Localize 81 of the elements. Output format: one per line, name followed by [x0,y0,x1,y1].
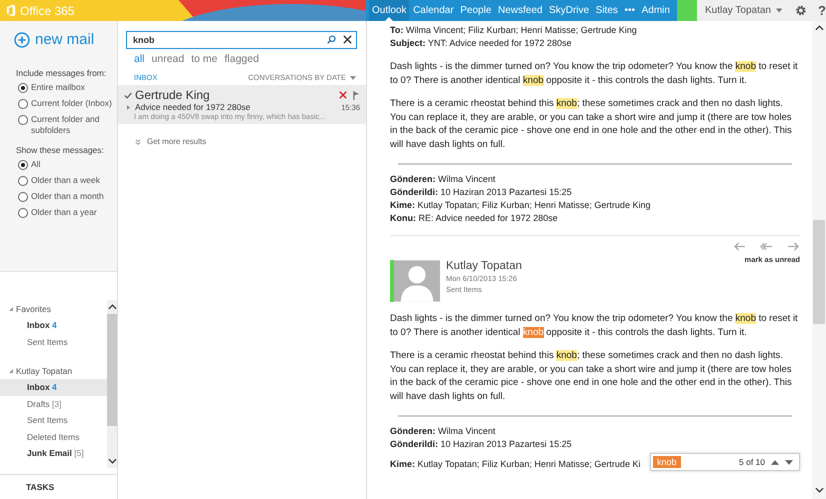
previous-match-icon[interactable] [771,460,779,464]
new-mail-button[interactable]: new mail [14,31,94,48]
flag-icon[interactable] [353,90,360,100]
message-subject: Advice needed for 1972 280se [135,102,250,112]
radio-option[interactable]: Entire mailbox [18,82,116,93]
scroll-up-icon[interactable] [108,304,116,310]
nav-link[interactable]: Calendar [410,0,457,21]
scroll-down-icon[interactable] [814,487,824,493]
filter-tab[interactable]: unread [152,53,184,65]
quoted-header-line: Kime: Kutlay Topatan; Filiz Kurban; Henri Matisse; Gertrude Ki [390,458,640,471]
avatar-silhouette [390,260,440,302]
message-paragraph: There is a ceramic rheostat behind this knob; these sometimes crack and then no dash lights. You can replace it, they are arable, or you can take a short wire and jump it (there are tow holes in the back of the ceramic pice - shove one end in one hole and the other end in the other). This will have dash lights on full. [390,97,793,151]
scrollbar-thumb[interactable] [107,314,117,426]
header-line: To: Wilma Vincent; Filiz Kurban; Henri Matisse; Gertrude King [390,24,638,37]
message-paragraph: Dash lights - is the dimmer turned on? You know the trip odometer? You know the knob to reset it to 0? There is another identical knob opposite it - this controls the dash lights. Turn it. [390,60,799,87]
nav-link[interactable]: People [457,0,494,21]
scrollbar[interactable] [812,21,826,499]
options-heading: Show these messages: [16,145,105,155]
nav-link[interactable]: Admin [638,0,673,21]
nav-link[interactable]: ••• [621,0,638,21]
options-heading: Include messages from: [16,68,108,78]
folder-item[interactable]: Sent Items [0,412,107,428]
filter-tab[interactable]: to me [191,53,218,65]
folder-item[interactable]: Inbox 4 [0,379,107,396]
caret-icon[interactable] [776,8,782,13]
search-field[interactable]: knob [126,31,357,49]
expand-icon[interactable] [127,104,130,110]
office-logo-icon [6,4,16,17]
scroll-down-icon[interactable] [108,458,116,464]
next-match-icon[interactable] [785,460,793,464]
settings-icon[interactable] [795,4,808,17]
nav-link[interactable]: Newsfeed [494,0,546,21]
plus-icon [14,32,30,48]
folder-group-toggle[interactable]: Kutlay Topatan [0,362,107,379]
accent-tile [677,0,697,21]
delete-icon[interactable] [339,91,347,99]
radio-option[interactable]: Older than a week [18,175,116,186]
caret-icon[interactable] [350,76,356,80]
nav-link[interactable]: Sites [592,0,621,21]
quoted-header-line: Gönderen: Wilma Vincent [390,173,496,186]
quoted-header-line: Gönderildi: 10 Haziran 2013 Pazartesi 15:25 [390,186,573,199]
scrollbar-thumb[interactable] [813,220,825,324]
help-button[interactable]: ? [818,3,826,18]
radio-option[interactable]: Current folder and subfolders [18,114,116,136]
folder-item[interactable]: Inbox 4 [0,317,107,334]
sender-name: Kutlay Topatan [446,260,522,272]
match-count: 5 of 10 [739,457,765,467]
sender-name: Gertrude King [135,88,210,102]
header-line: Subject: YNT: Advice needed for 1972 280se [390,37,572,50]
scroll-up-icon[interactable] [814,25,824,31]
get-more-results-link[interactable]: Get more results [135,137,206,146]
brand-name: Office 365 [20,4,74,18]
left-arrow-icon[interactable] [733,242,746,251]
filter-tab[interactable]: flagged [224,53,259,65]
nav-link[interactable]: SkyDrive [546,0,592,21]
folder-item[interactable]: Junk Email [5] [0,445,107,462]
quoted-header-line: Gönderen: Wilma Vincent [390,425,496,438]
nav-link[interactable]: Outlook [369,0,410,21]
folder-group-toggle[interactable]: Favorites [0,300,107,317]
message-paragraph: There is a ceramic rheostat behind this knob; these sometimes crack and then no dash lights. You can replace it, they are arable, or you can take a short wire and jump it (there are tow holes in the back of the ceramic pice - shove one end in one hole and the other end in the other). This will have dash lights on full. [390,349,793,403]
close-icon[interactable] [343,35,352,44]
scrollbar[interactable] [107,300,117,468]
search-icon[interactable] [327,35,336,44]
radio-option[interactable]: Current folder (Inbox) [18,98,116,109]
quoted-header-line: Kime: Kutlay Topatan; Filiz Kurban; Henri Matisse; Gertrude King [390,199,652,212]
double-chevron-icon [135,138,141,144]
tasks-link[interactable]: TASKS [0,474,117,499]
folder-item[interactable]: Sent Items [0,334,107,350]
check-icon [124,92,132,98]
user-menu[interactable]: Kutlay Topatan [705,5,771,16]
radio-option[interactable]: Older than a month [18,191,116,202]
quoted-header-line: Gönderildi: 10 Haziran 2013 Pazartesi 15:25 [390,438,573,451]
filter-tab[interactable]: all [134,53,145,65]
right-arrow-icon[interactable] [787,242,800,251]
quoted-header-line: Konu: RE: Advice needed for 1972 280se [390,212,559,225]
radio-option[interactable]: All [18,159,116,170]
radio-option[interactable]: Older than a year [18,207,116,218]
folder-item[interactable]: Drafts [3] [0,396,107,412]
double-left-arrow-icon[interactable] [760,242,773,251]
folder-item[interactable]: Deleted Items [0,428,107,445]
message-paragraph: Dash lights - is the dimmer turned on? You know the trip odometer? You know the knob to reset it to 0? There is another identical knob opposite it - this controls the dash lights. Turn it. [390,312,799,339]
